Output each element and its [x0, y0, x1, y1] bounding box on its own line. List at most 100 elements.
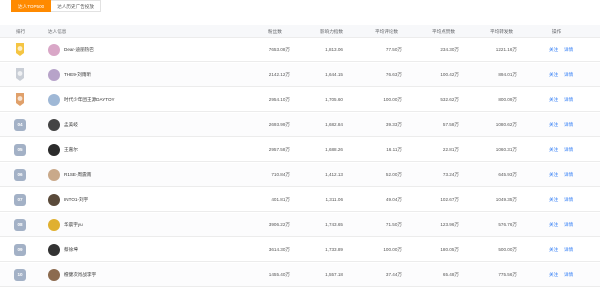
influence-index: 1,644.15 [325, 72, 343, 77]
avatar [48, 144, 60, 156]
gold-medal-icon [15, 43, 25, 56]
table-row: 10 檀健次肖战李宇 1455.40万 1,557.18 37.44万 65.48万 775… [0, 263, 600, 287]
detail-link[interactable]: 详情 [564, 213, 573, 237]
avatar [48, 169, 60, 181]
avatar [48, 219, 60, 231]
avg-shares: 800.09万 [498, 97, 517, 102]
fans-count: 2957.58万 [268, 147, 290, 152]
detail-link[interactable]: 详情 [564, 63, 573, 87]
fans-count: 2954.10万 [268, 97, 290, 102]
follow-link[interactable]: 关注 [549, 263, 558, 287]
table-row: 05 王嘉尔 2957.58万 1,688.26 16.11万 22.81万 1060.31… [0, 138, 600, 162]
influence-index: 1,705.60 [325, 97, 343, 102]
avg-shares: 576.76万 [498, 222, 517, 227]
avg-likes: 180.05万 [440, 247, 459, 252]
follow-link[interactable]: 关注 [549, 113, 558, 137]
header-ops: 操作 [552, 29, 562, 34]
follow-link[interactable]: 关注 [549, 38, 558, 62]
header-shares: 平均转发数 [490, 29, 513, 34]
avg-shares: 1221.16万 [495, 47, 517, 52]
table-row: Dear-迪丽热巴 7653.08万 1,813.06 77.50万 234.30万 12… [0, 38, 600, 62]
influence-index: 1,733.89 [325, 247, 343, 252]
influencer-name: 蔡徐坤 [64, 247, 78, 252]
detail-link[interactable]: 详情 [564, 88, 573, 112]
avg-likes: 123.96万 [440, 222, 459, 227]
header-comments: 平均评论数 [375, 29, 398, 34]
fans-count: 1455.40万 [268, 272, 290, 277]
influencer-name: 时代少年团王源DAYTOY [64, 97, 115, 102]
avg-likes: 532.62万 [440, 97, 459, 102]
follow-link[interactable]: 关注 [549, 238, 558, 262]
fans-count: 3614.30万 [268, 247, 290, 252]
rank-badge: 10 [14, 269, 26, 281]
avg-likes: 73.24万 [442, 172, 459, 177]
header-rank: 排行 [16, 29, 26, 34]
detail-link[interactable]: 详情 [564, 113, 573, 137]
detail-link[interactable]: 详情 [564, 188, 573, 212]
avg-shares: 500.00万 [498, 247, 517, 252]
header-fans: 粉丝数 [268, 29, 282, 34]
tab-history-ads[interactable]: 达人历史广告投放 [51, 0, 101, 12]
table-row: 07 INTO1-刘宇 401.81万 1,311.06 49.04万 102.67万 10… [0, 188, 600, 212]
follow-link[interactable]: 关注 [549, 138, 558, 162]
detail-link[interactable]: 详情 [564, 163, 573, 187]
avg-likes: 65.48万 [442, 272, 459, 277]
follow-link[interactable]: 关注 [549, 213, 558, 237]
table-row: THE9-刘雨昕 2142.12万 1,644.15 76.63万 100.42万 894… [0, 63, 600, 87]
avg-shares: 1080.62万 [495, 122, 517, 127]
avg-shares: 645.93万 [498, 172, 517, 177]
rank-badge: 04 [14, 119, 26, 131]
avg-comments: 76.63万 [385, 72, 402, 77]
influencer-name: INTO1-刘宇 [64, 197, 89, 202]
avg-likes: 102.67万 [440, 197, 459, 202]
bronze-medal-icon [15, 93, 25, 106]
rank-badge: 05 [14, 144, 26, 156]
avg-likes: 234.30万 [440, 47, 459, 52]
influence-index: 1,682.84 [325, 122, 343, 127]
table-row: 09 蔡徐坤 3614.30万 1,733.89 100.00万 180.05万 500.0… [0, 238, 600, 262]
influencer-name: 王嘉尔 [64, 147, 78, 152]
table-row: 06 R1SE-周震南 710.84万 1,412.13 52.00万 73.24万 645… [0, 163, 600, 187]
influence-index: 1,412.13 [325, 172, 343, 177]
table-row: 08 华晨宇yu 3906.22万 1,743.65 71.50万 123.96万 576.… [0, 213, 600, 237]
detail-link[interactable]: 详情 [564, 238, 573, 262]
avg-comments: 71.50万 [385, 222, 402, 227]
avatar [48, 194, 60, 206]
tab-top500[interactable]: 达人TOP500 [11, 0, 52, 12]
fans-count: 401.81万 [271, 197, 290, 202]
avg-comments: 49.04万 [385, 197, 402, 202]
rank-badge: 06 [14, 169, 26, 181]
influence-index: 1,557.18 [325, 272, 343, 277]
follow-link[interactable]: 关注 [549, 63, 558, 87]
detail-link[interactable]: 详情 [564, 138, 573, 162]
header-info: 达人信息 [48, 29, 67, 34]
avatar [48, 244, 60, 256]
influence-index: 1,813.06 [325, 47, 343, 52]
influence-index: 1,743.65 [325, 222, 343, 227]
follow-link[interactable]: 关注 [549, 88, 558, 112]
silver-medal-icon [15, 68, 25, 81]
avg-shares: 775.56万 [498, 272, 517, 277]
fans-count: 7653.08万 [268, 47, 290, 52]
avg-comments: 37.44万 [385, 272, 402, 277]
avatar [48, 119, 60, 131]
fans-count: 2693.99万 [268, 122, 290, 127]
influence-index: 1,311.06 [325, 197, 343, 202]
detail-link[interactable]: 详情 [564, 263, 573, 287]
avg-comments: 77.50万 [385, 47, 402, 52]
rank-badge: 07 [14, 194, 26, 206]
avg-likes: 22.81万 [442, 147, 459, 152]
avg-comments: 16.11万 [386, 147, 402, 152]
table-row: 时代少年团王源DAYTOY 2954.10万 1,705.60 100.00万 532.… [0, 88, 600, 112]
fans-count: 3906.22万 [268, 222, 290, 227]
table-header: 排行 达人信息 粉丝数 影响力指数 平均评论数 平均点赞数 平均转发数 操作 [0, 25, 600, 38]
detail-link[interactable]: 详情 [564, 38, 573, 62]
influencer-name: 檀健次肖战李宇 [64, 272, 97, 277]
follow-link[interactable]: 关注 [549, 163, 558, 187]
avg-comments: 52.00万 [385, 172, 402, 177]
avg-shares: 1060.31万 [495, 147, 517, 152]
avg-shares: 1049.35万 [495, 197, 517, 202]
avatar [48, 269, 60, 281]
influencer-name: R1SE-周震南 [64, 172, 92, 177]
follow-link[interactable]: 关注 [549, 188, 558, 212]
